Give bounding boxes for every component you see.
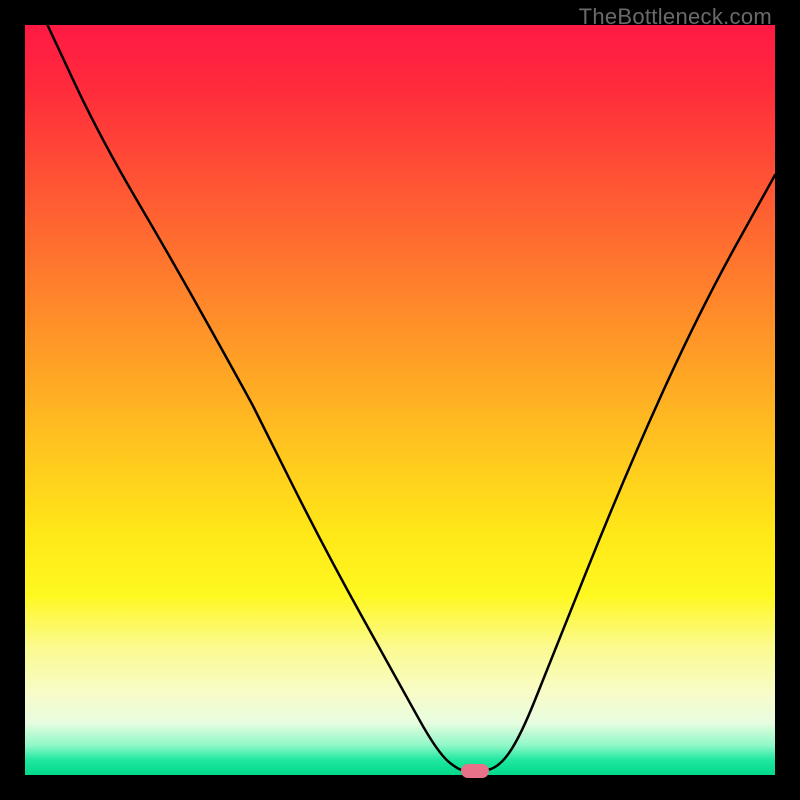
heat-gradient-background bbox=[25, 25, 775, 775]
plot-area bbox=[25, 25, 775, 775]
chart-container: TheBottleneck.com bbox=[0, 0, 800, 800]
optimal-point-marker bbox=[461, 764, 489, 778]
